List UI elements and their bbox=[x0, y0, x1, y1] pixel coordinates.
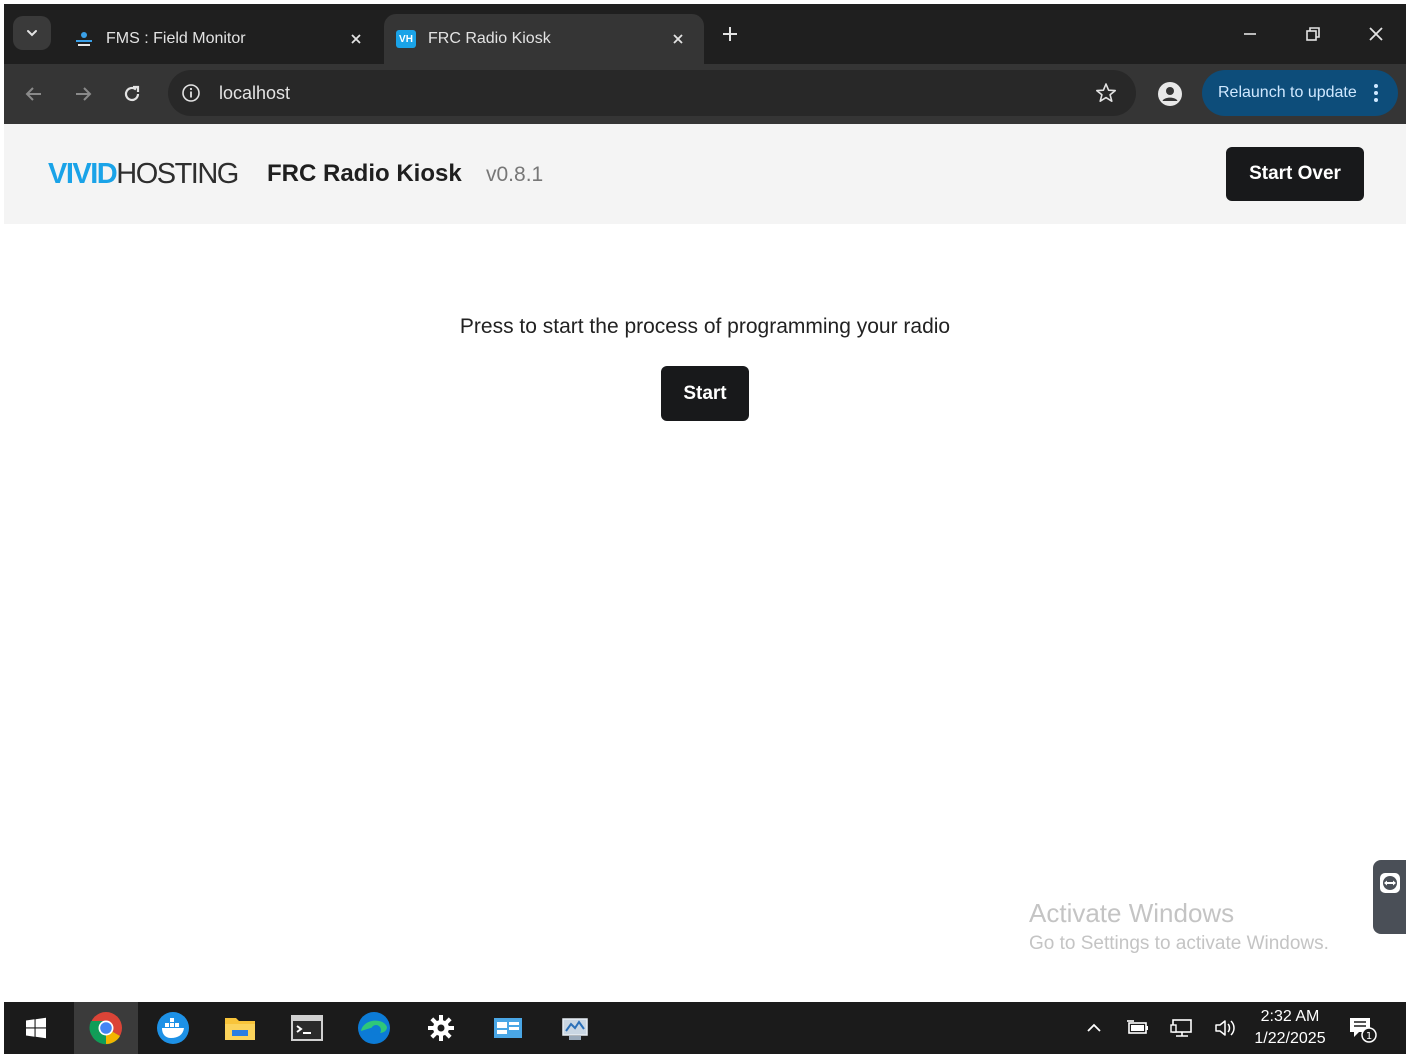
browser-tab-strip: FMS : Field Monitor VH FRC Radio Kiosk bbox=[4, 4, 1406, 64]
field-monitor-favicon-icon bbox=[74, 29, 94, 49]
tab-fms-field-monitor[interactable]: FMS : Field Monitor bbox=[62, 14, 382, 64]
site-info-icon[interactable] bbox=[180, 82, 202, 104]
taskbar-edge[interactable] bbox=[342, 1002, 406, 1054]
activate-windows-subtitle: Go to Settings to activate Windows. bbox=[1029, 933, 1329, 954]
arrow-left-icon bbox=[25, 87, 41, 101]
windows-logo-icon bbox=[26, 1017, 46, 1039]
screen: FMS : Field Monitor VH FRC Radio Kiosk l… bbox=[4, 4, 1406, 1054]
taskbar-file-explorer[interactable] bbox=[208, 1002, 272, 1054]
vividhosting-logo: VIVIDHOSTING bbox=[48, 158, 239, 191]
tray-network-button[interactable] bbox=[1167, 1014, 1197, 1042]
taskbar-docker[interactable] bbox=[141, 1002, 205, 1054]
remote-support-side-tab[interactable] bbox=[1373, 860, 1406, 934]
profile-button[interactable] bbox=[1156, 80, 1184, 108]
new-tab-button[interactable] bbox=[716, 20, 744, 48]
address-bar[interactable]: localhost bbox=[168, 70, 1136, 116]
start-over-button[interactable]: Start Over bbox=[1226, 147, 1364, 201]
reload-icon bbox=[124, 85, 140, 102]
taskbar-settings[interactable] bbox=[409, 1002, 473, 1054]
forward-button[interactable] bbox=[67, 78, 99, 110]
profile-avatar-icon bbox=[1158, 82, 1182, 106]
app-version: v0.8.1 bbox=[486, 163, 544, 186]
plus-icon bbox=[723, 27, 737, 41]
start-menu-button[interactable] bbox=[4, 1002, 68, 1054]
app-header: VIVIDHOSTING FRC Radio Kiosk v0.8.1 Star… bbox=[4, 124, 1406, 224]
arrow-right-icon bbox=[76, 87, 92, 101]
control-panel-icon bbox=[494, 1018, 522, 1038]
tab-search-button[interactable] bbox=[13, 16, 51, 50]
close-window-button[interactable] bbox=[1358, 18, 1394, 50]
taskbar-terminal[interactable] bbox=[275, 1002, 339, 1054]
tray-overflow-button[interactable] bbox=[1079, 1014, 1109, 1042]
tab-frc-radio-kiosk[interactable]: VH FRC Radio Kiosk bbox=[384, 14, 704, 64]
relaunch-to-update-button[interactable]: Relaunch to update bbox=[1202, 70, 1398, 116]
back-button[interactable] bbox=[18, 78, 50, 110]
activate-windows-title: Activate Windows bbox=[1029, 898, 1235, 928]
logo-hosting: HOSTING bbox=[116, 158, 239, 190]
tray-battery-button[interactable] bbox=[1123, 1014, 1153, 1042]
chrome-icon bbox=[89, 1012, 122, 1045]
tab-title: FMS : Field Monitor bbox=[106, 30, 246, 47]
taskbar-clock[interactable]: 2:32 AM 1/22/2025 bbox=[1248, 1006, 1332, 1050]
tray-volume-button[interactable] bbox=[1211, 1014, 1241, 1042]
windows-taskbar: 2:32 AM 1/22/2025 1 bbox=[4, 1002, 1406, 1054]
docker-icon bbox=[157, 1012, 189, 1044]
logo-vivid: VIVID bbox=[48, 158, 118, 190]
minimize-button[interactable] bbox=[1232, 18, 1268, 50]
relaunch-label: Relaunch to update bbox=[1218, 84, 1357, 101]
close-icon bbox=[1369, 27, 1383, 41]
chevron-up-icon bbox=[1087, 1023, 1101, 1032]
network-icon bbox=[1170, 1019, 1192, 1037]
restore-button[interactable] bbox=[1295, 18, 1331, 50]
network-app-icon bbox=[562, 1018, 588, 1040]
clock-time: 2:32 AM bbox=[1260, 1008, 1320, 1025]
speaker-icon bbox=[1215, 1020, 1235, 1036]
minimize-icon bbox=[1244, 33, 1256, 35]
battery-icon bbox=[1127, 1020, 1148, 1034]
notification-count: 1 bbox=[1366, 1031, 1372, 1042]
taskbar-chrome[interactable] bbox=[74, 1002, 138, 1054]
restore-icon bbox=[1306, 27, 1320, 41]
tab-title: FRC Radio Kiosk bbox=[428, 30, 551, 47]
taskbar-network-app[interactable] bbox=[543, 1002, 607, 1054]
chevron-down-icon bbox=[27, 30, 37, 37]
more-menu-icon[interactable] bbox=[1364, 83, 1388, 103]
reload-button[interactable] bbox=[116, 78, 148, 110]
address-text[interactable]: localhost bbox=[219, 83, 290, 104]
start-prompt-text: Press to start the process of programmin… bbox=[459, 315, 951, 338]
edge-icon bbox=[358, 1012, 390, 1044]
clock-date: 1/22/2025 bbox=[1254, 1030, 1326, 1047]
folder-icon bbox=[225, 1018, 255, 1040]
start-button[interactable]: Start bbox=[661, 366, 749, 421]
terminal-icon bbox=[291, 1015, 323, 1041]
teamviewer-icon bbox=[1379, 873, 1400, 893]
close-tab-icon[interactable] bbox=[666, 27, 690, 51]
vh-favicon-icon: VH bbox=[396, 30, 416, 48]
gear-icon bbox=[428, 1015, 454, 1041]
action-center-button[interactable]: 1 bbox=[1344, 1012, 1380, 1046]
taskbar-control-panel[interactable] bbox=[476, 1002, 540, 1054]
bookmark-star-icon[interactable] bbox=[1094, 81, 1118, 105]
notification-icon: 1 bbox=[1350, 1018, 1377, 1043]
app-title: FRC Radio Kiosk bbox=[267, 160, 462, 187]
close-tab-icon[interactable] bbox=[344, 27, 368, 51]
browser-toolbar: localhost Relaunch to update bbox=[4, 64, 1406, 124]
